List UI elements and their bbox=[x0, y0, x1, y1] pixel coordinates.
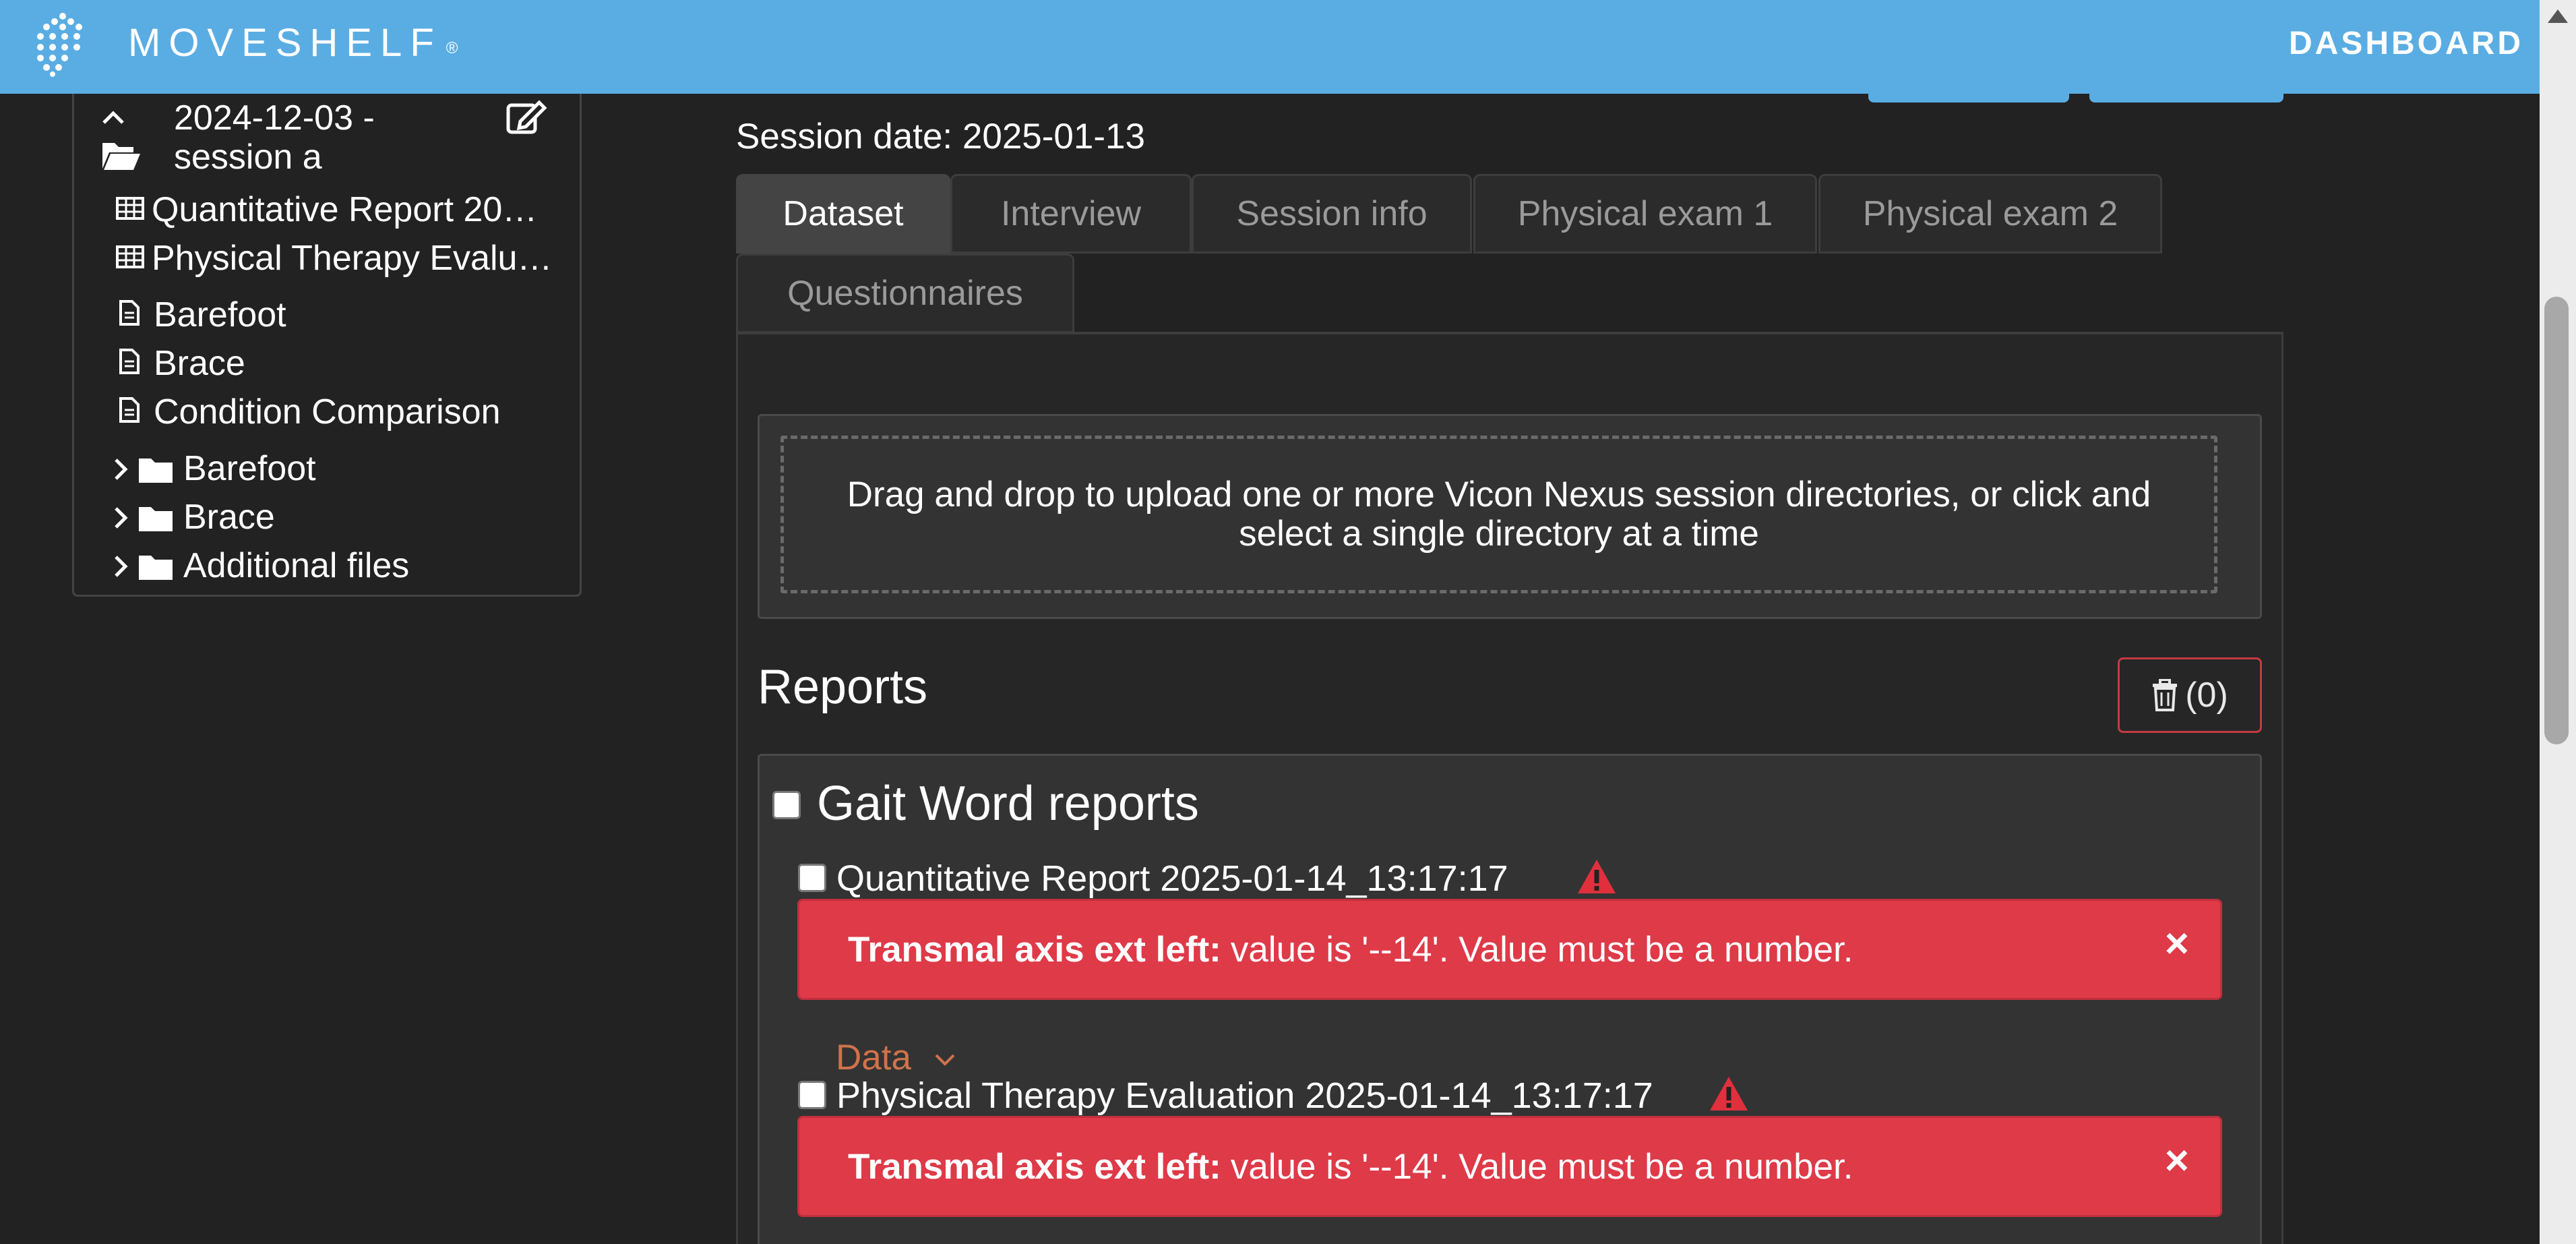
close-icon[interactable]: × bbox=[2165, 1137, 2189, 1185]
report-checkbox[interactable] bbox=[798, 1081, 826, 1109]
registered-mark: ® bbox=[446, 39, 458, 57]
tab-interview[interactable]: Interview bbox=[950, 174, 1192, 254]
trash-icon bbox=[2153, 679, 2178, 711]
table-icon bbox=[116, 245, 144, 268]
document-icon bbox=[119, 300, 140, 326]
tab-physical-exam-2[interactable]: Physical exam 2 bbox=[1818, 174, 2162, 254]
tree-folder-item[interactable]: Brace bbox=[183, 496, 275, 538]
report-checkbox[interactable] bbox=[798, 864, 826, 892]
document-icon bbox=[119, 349, 140, 374]
moveshelf-logo-icon[interactable] bbox=[32, 9, 93, 77]
top-navbar: MOVESHELF ® DASHBOARD bbox=[0, 0, 2576, 94]
alert-field-label: Transmal axis ext left: bbox=[848, 1146, 1221, 1187]
table-icon bbox=[116, 197, 144, 220]
alert-message: value is '--14'. Value must be a number. bbox=[1230, 929, 1853, 970]
chevron-right-icon[interactable] bbox=[113, 457, 128, 481]
chevron-down-icon bbox=[935, 1054, 955, 1066]
gait-reports-title: Gait Word reports bbox=[817, 777, 1199, 831]
scroll-up-arrow-icon[interactable] bbox=[2545, 7, 2571, 26]
delete-count: (0) bbox=[2185, 676, 2228, 715]
session-date: Session date: 2025-01-13 bbox=[736, 117, 1145, 156]
alert-message: value is '--14'. Value must be a number. bbox=[1230, 1146, 1853, 1187]
delete-selected-button[interactable]: (0) bbox=[2118, 657, 2262, 733]
chevron-right-icon[interactable] bbox=[113, 506, 128, 530]
brand-text: MOVESHELF bbox=[128, 21, 442, 65]
close-icon[interactable]: × bbox=[2165, 920, 2189, 968]
scrollbar-thumb[interactable] bbox=[2544, 297, 2569, 744]
brand-name[interactable]: MOVESHELF ® bbox=[128, 16, 458, 70]
folder-open-icon bbox=[102, 143, 140, 170]
session-date-label[interactable]: 2024-12-03 - bbox=[174, 97, 375, 139]
warning-icon bbox=[1578, 860, 1616, 893]
tab-dataset[interactable]: Dataset bbox=[736, 174, 950, 254]
tree-folder-item[interactable]: Additional files bbox=[183, 545, 409, 587]
warning-icon bbox=[1710, 1077, 1748, 1110]
folder-icon bbox=[139, 507, 173, 531]
header-action-button-2[interactable] bbox=[2089, 88, 2283, 102]
folder-icon bbox=[139, 556, 173, 580]
tab-physical-exam-1[interactable]: Physical exam 1 bbox=[1473, 174, 1817, 254]
tree-report-item[interactable]: Quantitative Report 20… bbox=[152, 189, 537, 231]
tree-document-item[interactable]: Condition Comparison bbox=[154, 391, 501, 433]
gait-reports-select-all-checkbox[interactable] bbox=[772, 791, 801, 819]
tab-session-info[interactable]: Session info bbox=[1192, 174, 1472, 254]
tree-report-item[interactable]: Physical Therapy Evalu… bbox=[152, 237, 552, 279]
reports-heading: Reports bbox=[758, 660, 928, 714]
tree-folder-item[interactable]: Barefoot bbox=[183, 448, 316, 490]
report-title[interactable]: Quantitative Report 2025-01-14_13:17:17 bbox=[836, 855, 1508, 902]
chevron-right-icon[interactable] bbox=[113, 554, 128, 579]
chevron-up-icon[interactable] bbox=[101, 109, 125, 125]
session-name-label[interactable]: session a bbox=[174, 136, 322, 178]
document-icon bbox=[119, 397, 140, 423]
upload-dropzone[interactable]: Drag and drop to upload one or more Vico… bbox=[780, 436, 2217, 593]
dashboard-link[interactable]: DASHBOARD bbox=[2289, 22, 2523, 66]
tree-document-item[interactable]: Barefoot bbox=[154, 294, 286, 336]
folder-icon bbox=[139, 458, 173, 483]
edit-icon[interactable] bbox=[505, 98, 547, 135]
header-action-button-1[interactable] bbox=[1868, 88, 2069, 102]
validation-error-alert: Transmal axis ext left: value is '--14'.… bbox=[797, 899, 2222, 1000]
alert-field-label: Transmal axis ext left: bbox=[848, 929, 1221, 970]
validation-error-alert: Transmal axis ext left: value is '--14'.… bbox=[797, 1116, 2222, 1217]
tree-document-item[interactable]: Brace bbox=[154, 343, 245, 384]
tab-questionnaires[interactable]: Questionnaires bbox=[736, 254, 1074, 333]
report-title[interactable]: Physical Therapy Evaluation 2025-01-14_1… bbox=[836, 1072, 1653, 1119]
